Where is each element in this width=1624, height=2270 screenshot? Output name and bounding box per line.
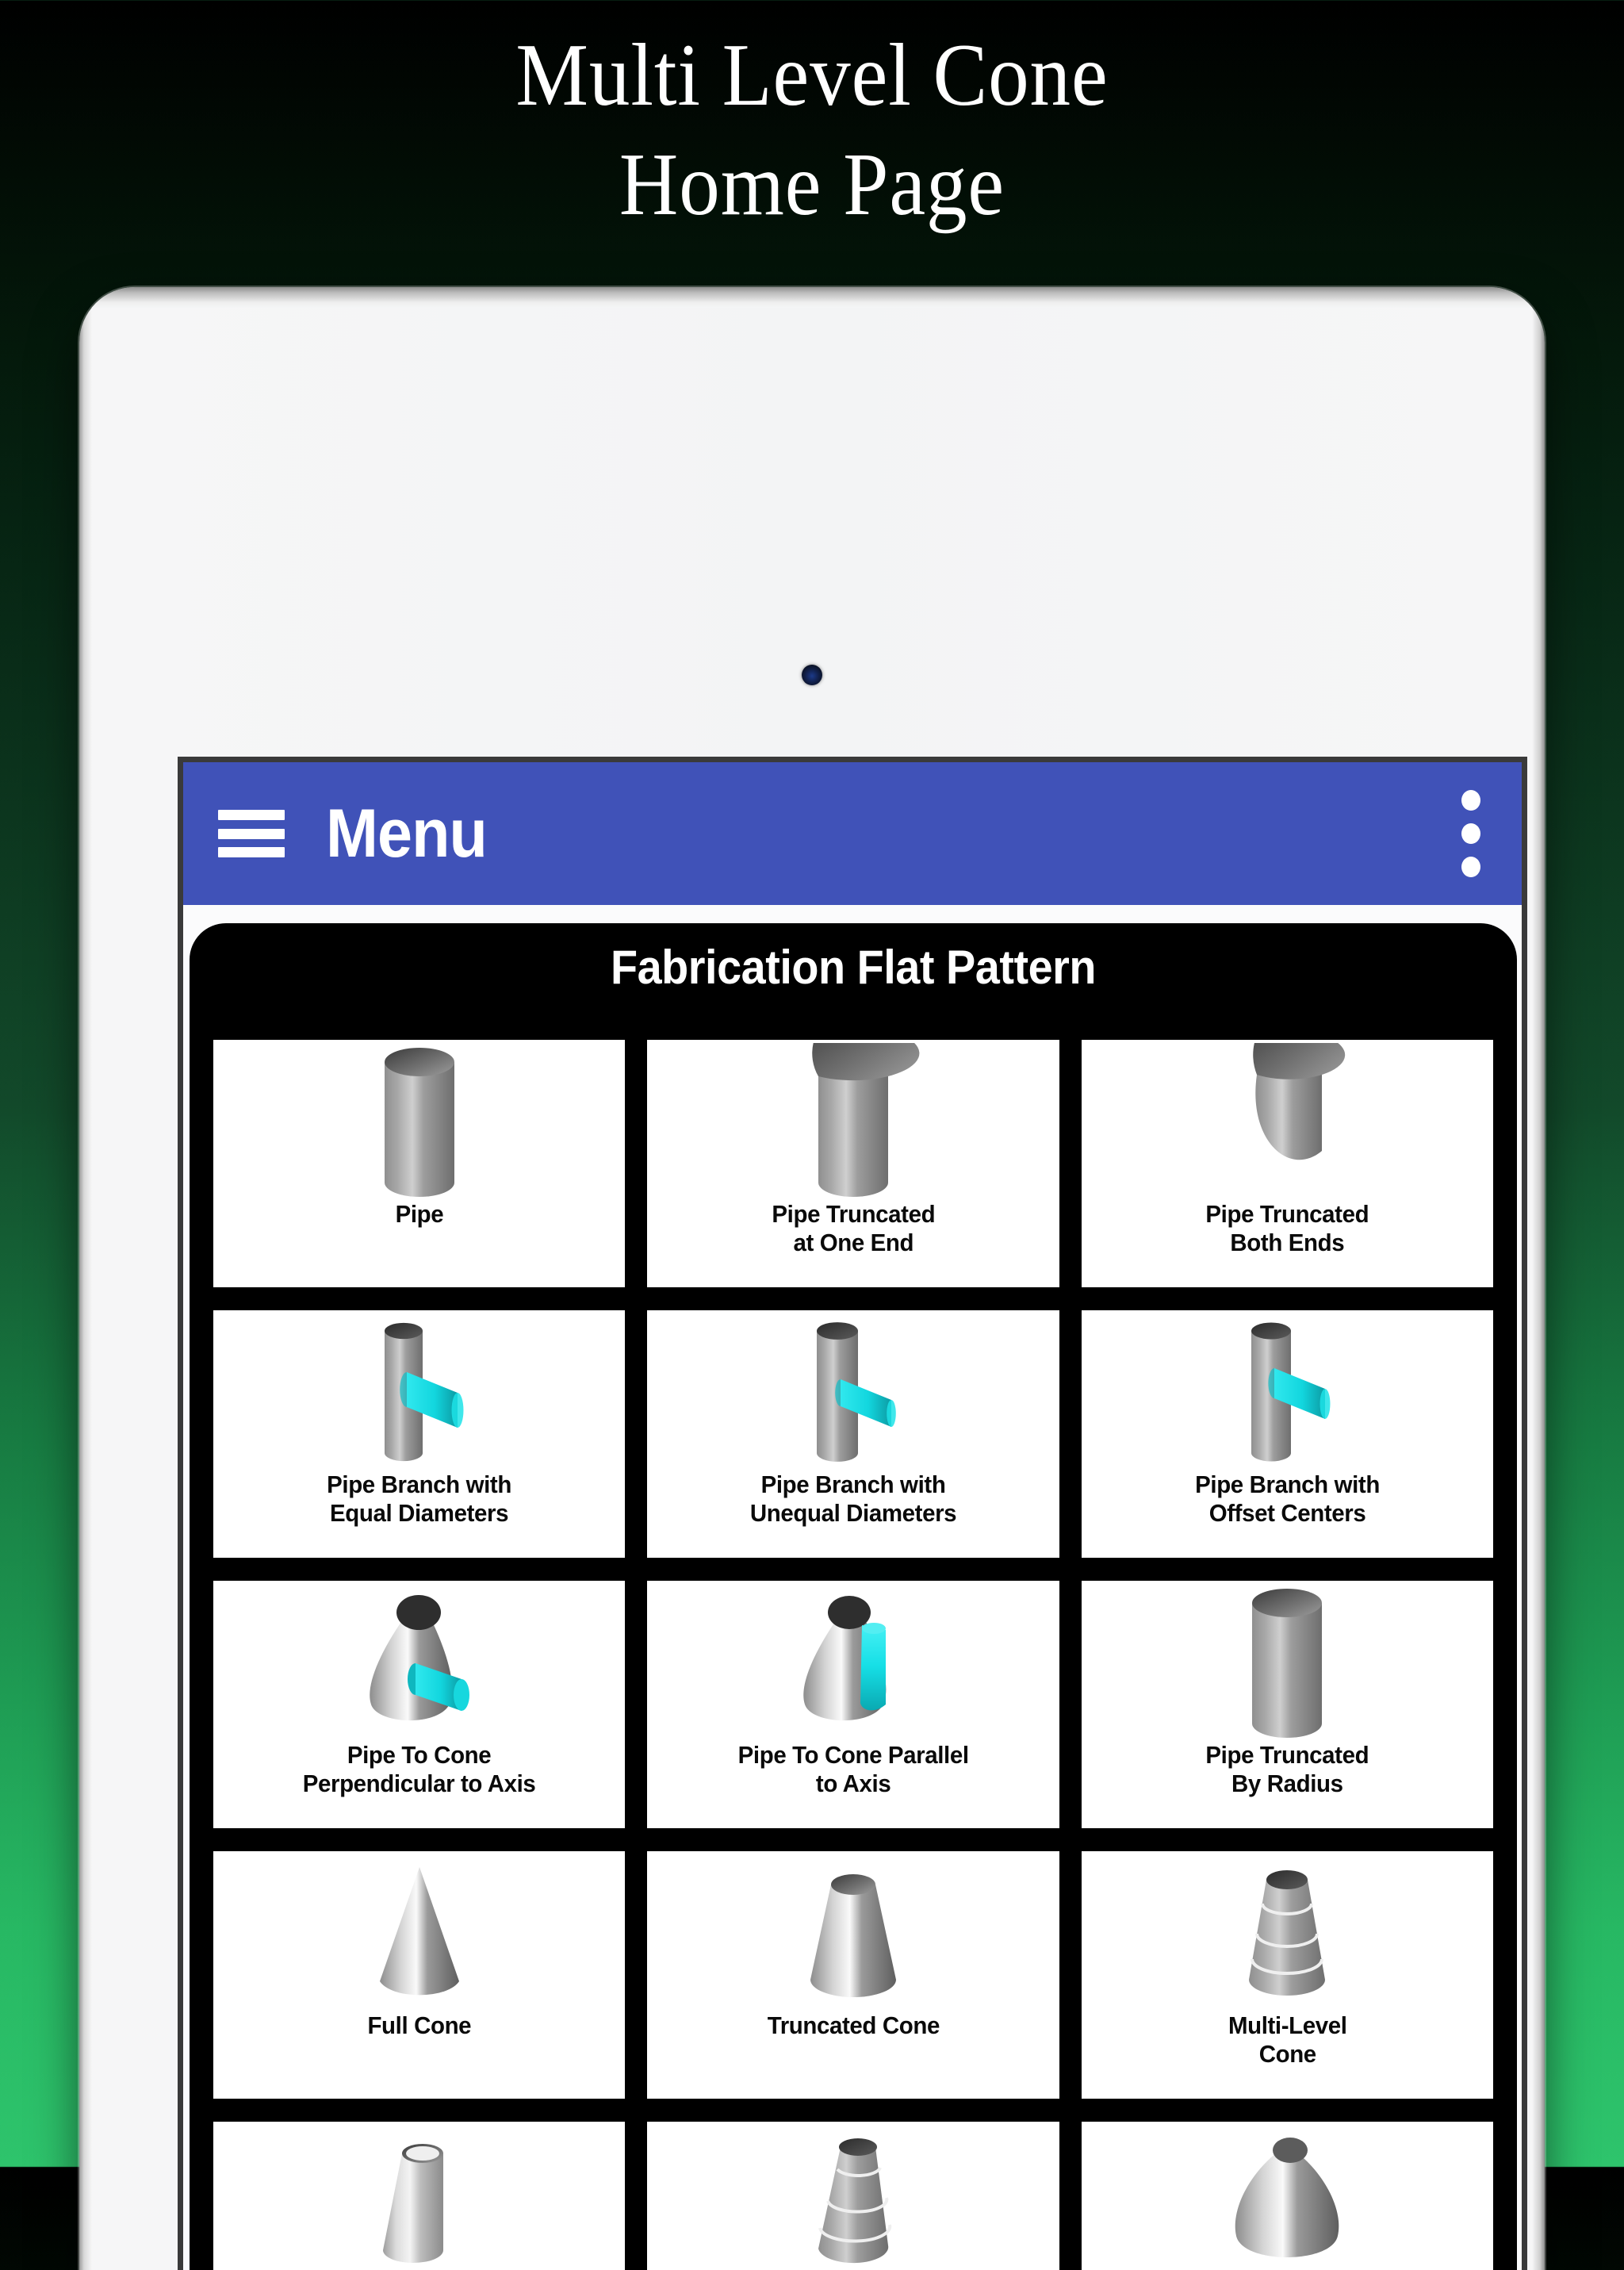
shape-tile[interactable]: Pipe Truncated Both Ends <box>1081 1040 1493 1287</box>
eccentric-cone-icon <box>216 2128 622 2270</box>
hamburger-bar <box>218 810 285 820</box>
shape-tile[interactable]: Full Cone <box>213 1851 626 2099</box>
app-bar-title: Menu <box>326 796 488 872</box>
pipe-icon <box>216 1046 622 1198</box>
shape-tile-label: Pipe Truncated Both Ends <box>1205 1200 1369 1256</box>
shape-tile[interactable]: Pipe Branch with Offset Centers <box>1081 1310 1493 1558</box>
page-title: Multi Level Cone Home Page <box>0 0 1624 240</box>
multi-level-cone-icon <box>1085 1858 1490 2010</box>
front-camera-icon <box>802 665 822 685</box>
shape-tile[interactable]: Pipe To Cone Perpendicular to Axis <box>213 1581 626 1828</box>
vertical-dots-icon[interactable] <box>1461 790 1480 877</box>
shape-tile[interactable]: Pipe Branch with Equal Diameters <box>213 1310 626 1558</box>
shape-tile[interactable]: Pipe Branch with Unequal Diameters <box>647 1310 1059 1558</box>
hamburger-bar <box>218 828 285 839</box>
toricone-knuckle-icon <box>1085 2128 1490 2270</box>
branch-unequal-icon <box>650 1317 1055 1469</box>
shape-tile[interactable]: Multi-Level Eccentric Cone <box>647 2122 1059 2270</box>
shape-tile[interactable]: Truncated Cone <box>647 1851 1059 2099</box>
dot <box>1461 823 1480 844</box>
hamburger-bar <box>218 847 285 857</box>
page-title-line2: Home Page <box>619 136 1005 234</box>
dot <box>1461 790 1480 811</box>
truncated-cone-icon <box>650 1858 1055 2010</box>
shape-tile[interactable]: Pipe Truncated By Radius <box>1081 1581 1493 1828</box>
full-cone-icon <box>216 1858 622 2010</box>
shape-tile[interactable]: Pipe To Cone Parallel to Axis <box>647 1581 1059 1828</box>
pipe-truncated-one-icon <box>650 1043 1055 1198</box>
shape-tile-label: Pipe Branch with Equal Diameters <box>327 1471 512 1527</box>
shape-tile[interactable]: Eccentric Cone <box>213 2122 626 2270</box>
shape-tile-grid: Pipe Pipe Truncated at One End Pipe Trun… <box>213 1040 1493 2270</box>
hamburger-icon[interactable] <box>218 810 285 857</box>
app-bar: Menu <box>183 762 1522 905</box>
tablet-device-frame: Menu Fabrication Flat Pattern Pipe Pipe … <box>79 287 1545 2270</box>
shape-tile-label: Full Cone <box>367 2011 472 2039</box>
shape-tile[interactable]: Toricone with Knuckle at Large End <box>1081 2122 1493 2270</box>
pipe-cone-perp-icon <box>216 1587 622 1739</box>
shape-tile-label: Pipe Truncated By Radius <box>1205 1741 1369 1797</box>
shape-tile[interactable]: Multi-Level Cone <box>1081 1851 1493 2099</box>
shape-tile-label: Truncated Cone <box>767 2011 940 2039</box>
branch-offset-icon <box>1085 1317 1490 1469</box>
branch-equal-icon <box>216 1317 622 1469</box>
shape-tile-label: Multi-Level Cone <box>1228 2011 1347 2068</box>
shape-tile-label: Pipe To Cone Parallel to Axis <box>737 1741 969 1797</box>
shape-tile-label: Pipe Truncated at One End <box>772 1200 935 1256</box>
pipe-truncated-both-icon <box>1085 1043 1490 1198</box>
dot <box>1461 857 1480 877</box>
device-screen: Menu Fabrication Flat Pattern Pipe Pipe … <box>178 757 1527 2270</box>
shape-tile[interactable]: Pipe <box>213 1040 626 1287</box>
tablet-top-bevel <box>79 287 1545 308</box>
shape-tile-label: Pipe <box>395 1200 443 1228</box>
shape-tile[interactable]: Pipe Truncated at One End <box>647 1040 1059 1287</box>
shape-tile-label: Pipe Branch with Offset Centers <box>1194 1471 1380 1527</box>
shape-tile-label: Pipe To Cone Perpendicular to Axis <box>302 1741 536 1797</box>
page-title-line1: Multi Level Cone <box>515 26 1109 125</box>
card-title: Fabrication Flat Pattern <box>610 941 1097 994</box>
pipe-cone-parallel-icon <box>650 1587 1055 1739</box>
pipe-truncated-radius-icon <box>1085 1587 1490 1739</box>
multi-level-eccentric-cone-icon <box>650 2128 1055 2270</box>
shape-tile-label: Pipe Branch with Unequal Diameters <box>749 1471 957 1527</box>
content-card: Fabrication Flat Pattern Pipe Pipe Trunc… <box>190 923 1517 2270</box>
